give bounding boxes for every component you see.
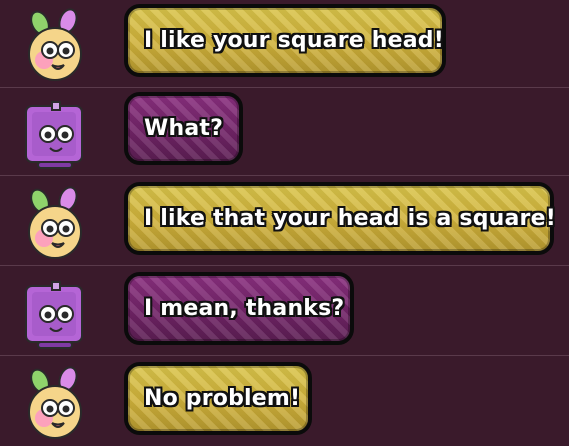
chat-bubble: What? — [124, 92, 243, 165]
chat-bubble: I like that your head is a square! — [124, 182, 556, 255]
chat-message-text: I like your square head! — [144, 28, 444, 53]
bunny-avatar-icon — [20, 8, 90, 86]
chat-message-text: I like that your head is a square! — [144, 206, 556, 231]
cube-avatar-icon — [20, 276, 90, 354]
chat-message-text: I mean, thanks? — [144, 296, 345, 321]
chat-row: I like that your head is a square! — [0, 178, 569, 266]
chat-row: I like your square head! — [0, 0, 569, 88]
chat-message-text: What? — [144, 116, 224, 141]
chat-bubble: I mean, thanks? — [124, 272, 354, 345]
bunny-avatar-icon — [20, 186, 90, 264]
bunny-avatar-icon — [20, 366, 90, 444]
cube-avatar-icon — [20, 96, 90, 174]
chat-row: What? — [0, 88, 569, 176]
chat-row: I mean, thanks? — [0, 268, 569, 356]
chat-message-text: No problem! — [144, 386, 301, 411]
chat-bubble: I like your square head! — [124, 4, 446, 77]
chat-log: I like your square head! What? I like th… — [0, 0, 569, 446]
chat-bubble: No problem! — [124, 362, 312, 435]
chat-row: No problem! — [0, 358, 569, 446]
